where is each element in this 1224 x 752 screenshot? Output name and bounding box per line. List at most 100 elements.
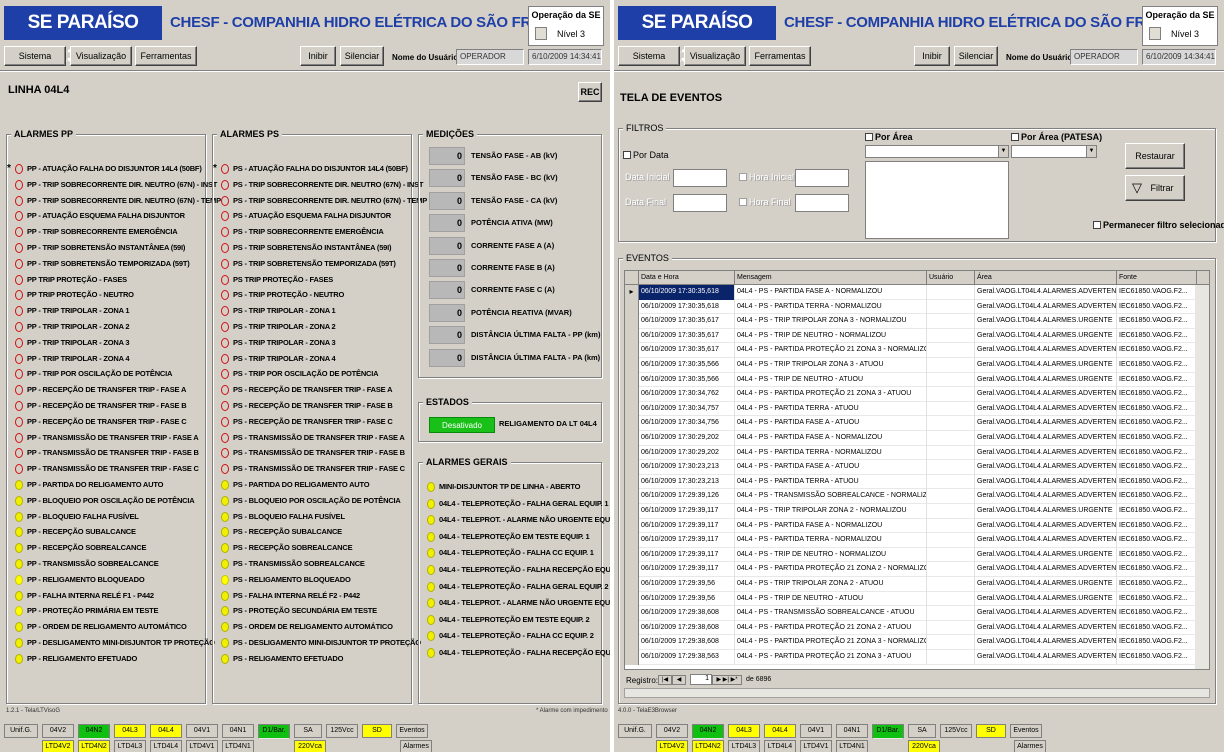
status-badge[interactable]: Unif.G.: [4, 724, 38, 738]
table-row[interactable]: 06/10/2009 17:30:29,202 04L4 - PS - PARTI…: [625, 445, 1209, 461]
alarm-pp-item[interactable]: PP - BLOQUEIO POR OSCILAÇÃO DE POTÊNCIA: [15, 493, 221, 509]
row-selector[interactable]: [625, 635, 639, 650]
alarm-ps-item[interactable]: PS - TRANSMISSÃO DE TRANSFER TRIP - FASE…: [221, 445, 427, 461]
end-time-checkbox[interactable]: [739, 198, 747, 206]
status-badge[interactable]: 220Vca: [294, 740, 326, 752]
alarm-pp-item[interactable]: PP - RECEPÇÃO DE TRANSFER TRIP - FASE C: [15, 414, 221, 430]
next-last-record-button[interactable]: ▶ ▶| ▶*: [712, 675, 742, 685]
general-alarm-item[interactable]: 04L4 - TELEPROT. - ALARME NÃO URGENTE EQ…: [427, 595, 610, 612]
alarm-ps-item[interactable]: PS - PROTEÇÃO SECUNDÁRIA EM TESTE: [221, 603, 427, 619]
col-area[interactable]: Área: [975, 271, 1117, 285]
status-badge[interactable]: 04L3: [114, 724, 146, 738]
status-badge[interactable]: LTD4L4: [150, 740, 182, 752]
keep-filter-checkbox[interactable]: [1093, 221, 1101, 229]
alarm-pp-item[interactable]: PP TRIP PROTEÇÃO - NEUTRO: [15, 287, 221, 303]
status-badge[interactable]: 220Vca: [908, 740, 940, 752]
alarm-ps-item[interactable]: PS - TRANSMISSÃO SOBREALCANCE: [221, 556, 427, 572]
reclosing-state-badge[interactable]: Desativado: [429, 417, 495, 433]
table-row[interactable]: 06/10/2009 17:29:38,608 04L4 - PS - PARTI…: [625, 635, 1209, 650]
status-badge[interactable]: SD: [362, 724, 392, 738]
row-selector[interactable]: [625, 314, 639, 329]
horizontal-scrollbar[interactable]: [624, 688, 1210, 698]
alarm-pp-item[interactable]: PP - TRANSMISSÃO SOBREALCANCE: [15, 556, 221, 572]
row-selector[interactable]: [625, 504, 639, 519]
alarm-pp-item[interactable]: PP - PARTIDA DO RELIGAMENTO AUTO: [15, 477, 221, 493]
status-badge[interactable]: SD: [976, 724, 1006, 738]
table-row[interactable]: 06/10/2009 17:30:23,213 04L4 - PS - PARTI…: [625, 474, 1209, 490]
status-badge[interactable]: LTD4L3: [728, 740, 760, 752]
table-row[interactable]: 06/10/2009 17:30:35,617 04L4 - PS - PARTI…: [625, 343, 1209, 358]
record-number-input[interactable]: 1: [690, 674, 712, 685]
row-selector[interactable]: [625, 533, 639, 548]
row-selector[interactable]: [625, 328, 639, 344]
alarm-ps-item[interactable]: PS - RECEPÇÃO SUBALCANCE: [221, 524, 427, 540]
filter-button[interactable]: ▽ Filtrar: [1125, 175, 1185, 201]
status-badge[interactable]: 125Vcc: [940, 724, 972, 738]
status-badge[interactable]: LTD4N1: [836, 740, 868, 752]
menu-ferramentas-button[interactable]: Ferramentas: [135, 46, 197, 66]
by-date-checkbox[interactable]: [623, 151, 631, 159]
alarm-ps-item[interactable]: PS - FALHA INTERNA RELÉ F2 - P442: [221, 588, 427, 604]
alarm-ps-item[interactable]: PS - ORDEM DE RELIGAMENTO AUTOMÁTICO: [221, 619, 427, 635]
alarm-pp-item[interactable]: PP - TRANSMISSÃO DE TRANSFER TRIP - FASE…: [15, 430, 221, 446]
restore-button[interactable]: Restaurar: [1125, 143, 1185, 169]
alarm-pp-item[interactable]: PP - TRIP POR OSCILAÇÃO DE POTÊNCIA: [15, 366, 221, 382]
general-alarm-item[interactable]: 04L4 - TELEPROTEÇÃO EM TESTE EQUIP. 1: [427, 529, 610, 546]
alarm-pp-item[interactable]: * PP - ATUAÇÃO FALHA DO DISJUNTOR 14L4 (5…: [7, 161, 221, 177]
status-badge[interactable]: 04V1: [186, 724, 218, 738]
general-alarm-item[interactable]: 04L4 - TELEPROTEÇÃO - FALHA GERAL EQUIP.…: [427, 496, 610, 513]
by-area-patesa-checkbox[interactable]: [1011, 133, 1019, 141]
alarm-pp-item[interactable]: PP - TRANSMISSÃO DE TRANSFER TRIP - FASE…: [15, 461, 221, 477]
alarm-pp-item[interactable]: PP - ATUAÇÃO ESQUEMA FALHA DISJUNTOR: [15, 208, 221, 224]
table-row[interactable]: 06/10/2009 17:30:35,566 04L4 - PS - TRIP …: [625, 372, 1209, 388]
events-grid[interactable]: Data e Hora Mensagem Usuário Área Fonte …: [624, 270, 1210, 670]
alarm-pp-item[interactable]: PP - TRIP SOBRETENSÃO INSTANTÂNEA (59I): [15, 240, 221, 256]
general-alarm-item[interactable]: 04L4 - TELEPROTEÇÃO - FALHA CC EQUIP. 1: [427, 545, 610, 562]
vertical-scrollbar[interactable]: [1195, 285, 1209, 669]
first-record-button[interactable]: |◀: [658, 675, 672, 685]
start-time-checkbox[interactable]: [739, 173, 747, 181]
alarm-ps-item[interactable]: PS TRIP PROTEÇÃO - FASES: [221, 272, 427, 288]
row-selector[interactable]: [625, 299, 639, 315]
status-badge[interactable]: 04N1: [836, 724, 868, 738]
status-badge[interactable]: LTD4L3: [114, 740, 146, 752]
end-time-input[interactable]: [795, 194, 849, 212]
alarm-pp-item[interactable]: PP - TRIP SOBRECORRENTE DIR. NEUTRO (67N…: [15, 177, 221, 193]
alarm-pp-item[interactable]: PP - RECEPÇÃO DE TRANSFER TRIP - FASE B: [15, 398, 221, 414]
row-selector[interactable]: [625, 620, 639, 636]
alarm-ps-item[interactable]: PS - TRIP SOBRECORRENTE DIR. NEUTRO (67N…: [221, 193, 427, 209]
alarm-ps-item[interactable]: PS - TRIP TRIPOLAR - ZONA 2: [221, 319, 427, 335]
col-source[interactable]: Fonte: [1117, 271, 1197, 285]
table-row[interactable]: 06/10/2009 17:30:34,757 04L4 - PS - PARTI…: [625, 401, 1209, 417]
alarm-pp-item[interactable]: PP - RECEPÇÃO SOBREALCANCE: [15, 540, 221, 556]
alarm-ps-item[interactable]: PS - RECEPÇÃO DE TRANSFER TRIP - FASE A: [221, 382, 427, 398]
table-row[interactable]: 06/10/2009 17:30:35,617 04L4 - PS - TRIP …: [625, 314, 1209, 329]
row-selector[interactable]: [625, 387, 639, 402]
alarm-ps-item[interactable]: PS - ATUAÇÃO ESQUEMA FALHA DISJUNTOR: [221, 208, 427, 224]
status-badge[interactable]: Eventos: [396, 724, 428, 738]
alarm-ps-item[interactable]: PS - TRANSMISSÃO DE TRANSFER TRIP - FASE…: [221, 461, 427, 477]
alarm-ps-item[interactable]: PS - DESLIGAMENTO MINI-DISJUNTOR TP PROT…: [221, 635, 427, 651]
row-selector[interactable]: [625, 591, 639, 607]
level-checkbox[interactable]: [1149, 27, 1161, 40]
status-badge[interactable]: LTD4V2: [42, 740, 74, 752]
table-row[interactable]: 06/10/2009 17:29:39,117 04L4 - PS - PARTI…: [625, 518, 1209, 534]
alarm-ps-item[interactable]: PS - RELIGAMENTO EFETUADO: [221, 651, 427, 667]
alarm-pp-item[interactable]: PP - TRANSMISSÃO DE TRANSFER TRIP - FASE…: [15, 445, 221, 461]
status-badge[interactable]: 04L4: [150, 724, 182, 738]
alarm-ps-item[interactable]: PS - RECEPÇÃO DE TRANSFER TRIP - FASE B: [221, 398, 427, 414]
row-selector[interactable]: [625, 358, 639, 373]
area-patesa-select[interactable]: ▼: [1011, 145, 1097, 158]
table-row[interactable]: 06/10/2009 17:29:39,117 04L4 - PS - PARTI…: [625, 562, 1209, 577]
table-row[interactable]: 06/10/2009 17:30:35,566 04L4 - PS - TRIP …: [625, 358, 1209, 373]
row-selector[interactable]: [625, 650, 639, 665]
status-badge[interactable]: D1/Bar.: [258, 724, 290, 739]
status-badge[interactable]: LTD4L4: [764, 740, 796, 752]
col-message[interactable]: Mensagem: [735, 271, 927, 285]
menu-visualizacao-button[interactable]: Visualização: [684, 46, 746, 66]
alarm-pp-item[interactable]: PP - TRIP SOBRETENSÃO TEMPORIZADA (59T): [15, 256, 221, 272]
general-alarm-item[interactable]: 04L4 - TELEPROTEÇÃO EM TESTE EQUIP. 2: [427, 612, 610, 629]
table-row[interactable]: 06/10/2009 17:29:39,117 04L4 - PS - TRIP …: [625, 504, 1209, 519]
alarm-pp-item[interactable]: PP - DESLIGAMENTO MINI-DISJUNTOR TP PROT…: [15, 635, 221, 651]
rec-button[interactable]: REC: [578, 82, 602, 102]
